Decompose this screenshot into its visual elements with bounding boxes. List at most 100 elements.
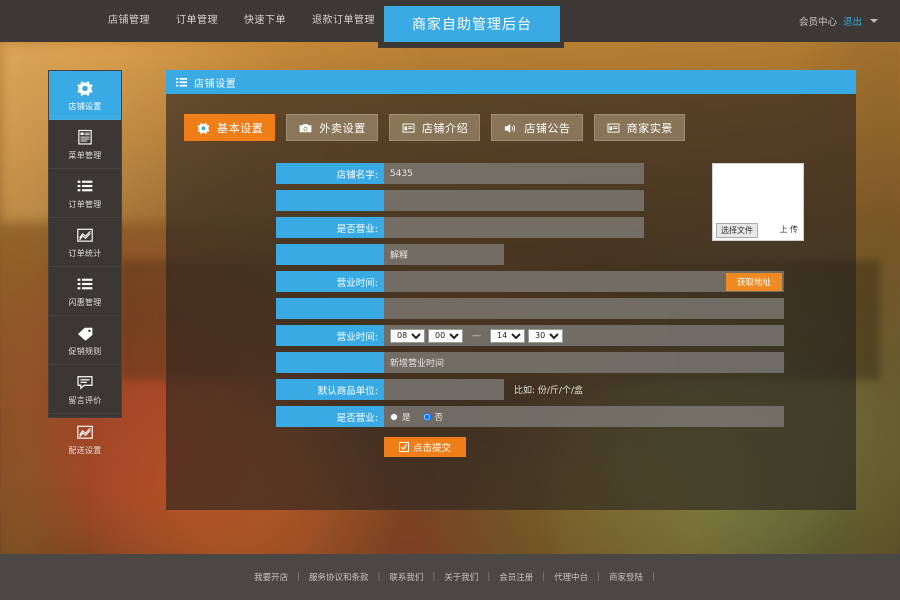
business-hours-field: 0001020304050607080910111213141516171819… [384, 325, 784, 346]
speaker-icon [503, 121, 518, 135]
sidebar-item-label: 菜单管理 [68, 150, 101, 161]
input-is-open[interactable] [384, 217, 644, 238]
list-icon [176, 78, 187, 87]
list-icon [74, 176, 96, 196]
footer-link-3[interactable]: 关于我们 [435, 571, 487, 583]
tab-label: 基本设置 [217, 120, 263, 136]
label-is-open-radio: 是否营业: [276, 406, 384, 427]
start-minute-select[interactable]: 00153045 [428, 329, 463, 343]
label-row-6 [276, 298, 384, 319]
list-icon [74, 274, 96, 294]
form-row-is-open-radio: 是否营业: 是 否 [166, 406, 856, 427]
sidebar-item-label: 订单统计 [68, 248, 101, 259]
footer-link-1[interactable]: 服务协议和条款 [300, 571, 378, 583]
input-address[interactable] [384, 271, 784, 292]
submit-label: 点击提交 [413, 440, 451, 454]
tab-3[interactable]: 店铺公告 [491, 114, 582, 141]
radio-yes-label: 是 [402, 411, 411, 423]
sidebar-item-label: 店铺设置 [68, 101, 101, 112]
input-row-4[interactable]: 解释 [384, 244, 504, 265]
form-row-default-unit: 默认商品单位: 比如: 份/斤/个/盒 [166, 379, 856, 400]
label-default-unit: 默认商品单位: [276, 379, 384, 400]
panel-header: 店铺设置 [166, 70, 856, 94]
label-row-4 [276, 244, 384, 265]
tab-4[interactable]: 商家实景 [594, 114, 685, 141]
input-default-unit[interactable] [384, 379, 504, 400]
footer: 我要开店|服务协议和条款|联系我们|关于我们|会员注册|代理中台|商家登陆| [0, 554, 900, 600]
sidebar-item-label: 促销规则 [68, 346, 101, 357]
brand-title: 商家自助管理后台 [384, 6, 560, 42]
image-upload-box[interactable]: 选择文件 上 传 [712, 163, 804, 241]
footer-link-2[interactable]: 联系我们 [380, 571, 432, 583]
get-address-button[interactable]: 获取地址 [726, 273, 782, 291]
footer-link-6[interactable]: 商家登陆 [600, 571, 652, 583]
chart-icon [74, 225, 96, 245]
sidebar-item-6[interactable]: 留言评价 [49, 365, 121, 414]
tag-icon [74, 323, 96, 343]
nav-shop-management[interactable]: 店铺管理 [108, 0, 150, 42]
nav-refund-order-management[interactable]: 退款订单管理 [312, 0, 375, 42]
nav-quick-order[interactable]: 快速下单 [244, 0, 286, 42]
footer-link-5[interactable]: 代理中台 [545, 571, 597, 583]
input-row-6[interactable] [384, 298, 784, 319]
radio-no-input[interactable] [423, 413, 431, 421]
tab-0[interactable]: 基本设置 [184, 114, 275, 141]
panel-title: 店铺设置 [194, 75, 236, 90]
top-bar-user-area: 会员中心 退出 [799, 0, 878, 42]
upload-buttons: 选择文件 上 传 [713, 223, 805, 238]
window-icon [401, 121, 416, 135]
document-icon [74, 127, 96, 147]
sidebar-item-4[interactable]: 闪惠管理 [49, 267, 121, 316]
tab-1[interactable]: 外卖设置 [286, 114, 377, 141]
footer-separator: | [652, 572, 655, 582]
tab-label: 商家实景 [627, 120, 673, 136]
label-business-hours-1: 营业时间: [276, 271, 384, 292]
sidebar-item-5[interactable]: 促销规则 [49, 316, 121, 365]
radio-yes[interactable]: 是 [390, 411, 411, 423]
radio-yes-input[interactable] [390, 413, 398, 421]
end-minute-select[interactable]: 00153045 [528, 329, 563, 343]
label-is-open: 是否营业: [276, 217, 384, 238]
sidebar-item-2[interactable]: 订单管理 [49, 169, 121, 218]
sidebar-item-7[interactable]: 配送设置 [49, 414, 121, 463]
settings-form: 选择文件 上 传 店铺名字: 5435 是否营业: 解释 营业时间: [166, 141, 856, 457]
end-hour-select[interactable]: 0001020304050607080910111213141516171819… [490, 329, 525, 343]
choose-file-button[interactable]: 选择文件 [716, 223, 758, 238]
tab-label: 店铺公告 [524, 120, 570, 136]
radio-no[interactable]: 否 [423, 411, 444, 423]
sidebar-item-3[interactable]: 订单统计 [49, 218, 121, 267]
input-shop-name[interactable]: 5435 [384, 163, 644, 184]
top-navigation: 店铺管理订单管理快速下单退款订单管理 [108, 0, 375, 42]
form-row-address: 营业时间: 获取地址 [166, 271, 856, 292]
sidebar-item-label: 订单管理 [68, 199, 101, 210]
unit-hint: 比如: 份/斤/个/盒 [514, 383, 583, 396]
sidebar-item-1[interactable]: 菜单管理 [49, 120, 121, 169]
comment-icon [74, 372, 96, 392]
label-row-8 [276, 352, 384, 373]
label-business-hours-2: 营业时间: [276, 325, 384, 346]
footer-link-4[interactable]: 会员注册 [490, 571, 542, 583]
form-row-business-hours: 营业时间: 0001020304050607080910111213141516… [166, 325, 856, 346]
form-row-add-hours: 新增营业时间 [166, 352, 856, 373]
chevron-down-icon[interactable] [870, 19, 878, 23]
start-hour-select[interactable]: 0001020304050607080910111213141516171819… [390, 329, 425, 343]
add-business-hours-link[interactable]: 新增营业时间 [384, 352, 784, 373]
footer-link-0[interactable]: 我要开店 [245, 571, 297, 583]
logout-link[interactable]: 退出 [843, 14, 862, 28]
content-panel: 店铺设置 基本设置 外卖设置店铺介绍 店铺公告 商家实景 选择文件 上 传 店铺名字:… [166, 70, 856, 510]
member-center-link[interactable]: 会员中心 [799, 14, 837, 28]
is-open-radio-group: 是 否 [384, 406, 784, 427]
sidebar-item-label: 闪惠管理 [68, 297, 101, 308]
gear-icon [196, 121, 211, 135]
tab-bar: 基本设置 外卖设置店铺介绍 店铺公告 商家实景 [166, 94, 856, 141]
tab-2[interactable]: 店铺介绍 [389, 114, 480, 141]
nav-order-management[interactable]: 订单管理 [176, 0, 218, 42]
chart-icon [74, 422, 96, 442]
upload-button[interactable]: 上 传 [775, 223, 802, 238]
input-row-2[interactable] [384, 190, 644, 211]
form-row-6 [166, 298, 856, 319]
check-icon [399, 442, 409, 452]
sidebar-item-label: 配送设置 [68, 445, 101, 456]
submit-button[interactable]: 点击提交 [384, 437, 466, 457]
sidebar-item-0[interactable]: 店铺设置 [49, 71, 121, 120]
